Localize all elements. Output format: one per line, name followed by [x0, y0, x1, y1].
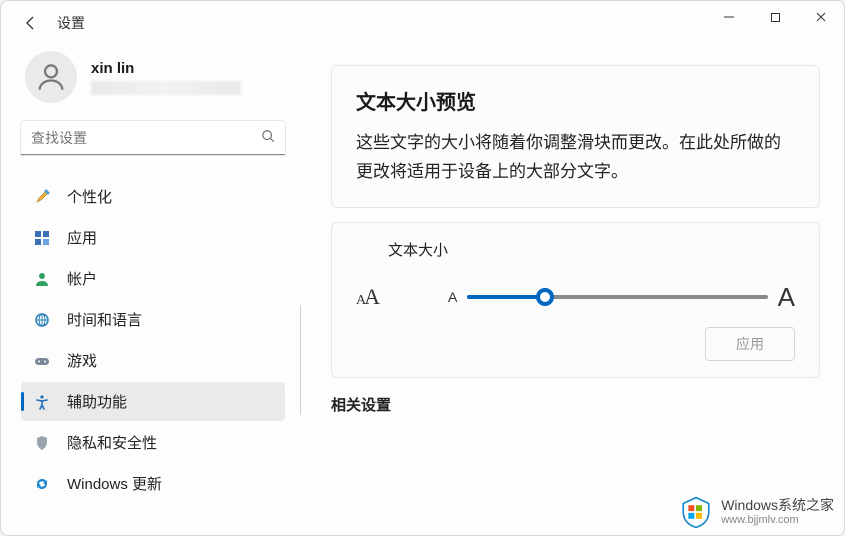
account-icon: [33, 270, 51, 288]
nav-windows-update[interactable]: Windows 更新: [21, 464, 285, 503]
nav-label: 游戏: [67, 350, 97, 371]
accessibility-icon: [33, 393, 51, 411]
shield-icon: [33, 434, 51, 452]
nav-label: Windows 更新: [67, 473, 162, 494]
maximize-button[interactable]: [752, 1, 798, 33]
sample-text-icon: AA: [356, 284, 378, 310]
nav-list: 个性化 应用 帐户 时: [21, 177, 285, 503]
nav-label: 辅助功能: [67, 391, 127, 412]
nav-accessibility[interactable]: 辅助功能: [21, 382, 285, 421]
slider-max-label: A: [778, 282, 795, 313]
sidebar: xin lin 个性化: [1, 45, 301, 535]
breadcrumb-current: 文本大小: [470, 45, 582, 47]
watermark-url: www.bjjmlv.com: [721, 514, 834, 526]
back-button[interactable]: [21, 13, 41, 33]
breadcrumb-parent[interactable]: 辅助功能: [331, 45, 443, 47]
content-area: 辅助功能 › 文本大小 文本大小预览 这些文字的大小将随着你调整滑块而更改。在此…: [301, 45, 844, 535]
window-controls: [706, 1, 844, 33]
nav-privacy[interactable]: 隐私和安全性: [21, 423, 285, 462]
breadcrumb: 辅助功能 › 文本大小: [331, 45, 820, 47]
nav-accounts[interactable]: 帐户: [21, 259, 285, 298]
slider-thumb[interactable]: [536, 288, 554, 306]
text-size-slider[interactable]: A A: [448, 282, 795, 313]
user-account-row[interactable]: xin lin: [21, 51, 285, 103]
settings-window: 设置 xin lin: [0, 0, 845, 536]
search-box[interactable]: [21, 121, 285, 155]
text-size-slider-card: 文本大小 AA A A 应用: [331, 222, 820, 378]
sidebar-divider: [300, 305, 301, 415]
nav-label: 帐户: [67, 268, 97, 289]
nav-personalization[interactable]: 个性化: [21, 177, 285, 216]
slider-label: 文本大小: [388, 239, 795, 260]
slider-fill: [467, 295, 545, 299]
preview-title: 文本大小预览: [356, 86, 795, 115]
close-button[interactable]: [798, 1, 844, 33]
update-icon: [33, 475, 51, 493]
nav-label: 应用: [67, 227, 97, 248]
preview-body: 这些文字的大小将随着你调整滑块而更改。在此处所做的更改将适用于设备上的大部分文字…: [356, 129, 795, 187]
nav-label: 时间和语言: [67, 309, 142, 330]
slider-min-label: A: [448, 289, 457, 305]
minimize-button[interactable]: [706, 1, 752, 33]
app-title: 设置: [57, 13, 85, 33]
slider-track[interactable]: [467, 295, 767, 299]
text-size-preview-card: 文本大小预览 这些文字的大小将随着你调整滑块而更改。在此处所做的更改将适用于设备…: [331, 65, 820, 208]
nav-label: 个性化: [67, 186, 112, 207]
globe-clock-icon: [33, 311, 51, 329]
nav-time-language[interactable]: 时间和语言: [21, 300, 285, 339]
nav-gaming[interactable]: 游戏: [21, 341, 285, 380]
apps-icon: [33, 229, 51, 247]
watermark-brand: Windows系统之家: [721, 498, 834, 513]
nav-label: 隐私和安全性: [67, 432, 157, 453]
watermark: Windows系统之家 www.bjjmlv.com: [679, 495, 834, 529]
gamepad-icon: [33, 352, 51, 370]
paintbrush-icon: [33, 188, 51, 206]
avatar: [25, 51, 77, 103]
nav-apps[interactable]: 应用: [21, 218, 285, 257]
user-email-redacted: [91, 81, 241, 95]
watermark-logo-icon: [679, 495, 713, 529]
search-icon: [261, 129, 275, 146]
apply-button[interactable]: 应用: [705, 327, 795, 361]
related-settings-heading: 相关设置: [331, 394, 820, 415]
search-input[interactable]: [31, 130, 261, 146]
user-name: xin lin: [91, 60, 241, 77]
